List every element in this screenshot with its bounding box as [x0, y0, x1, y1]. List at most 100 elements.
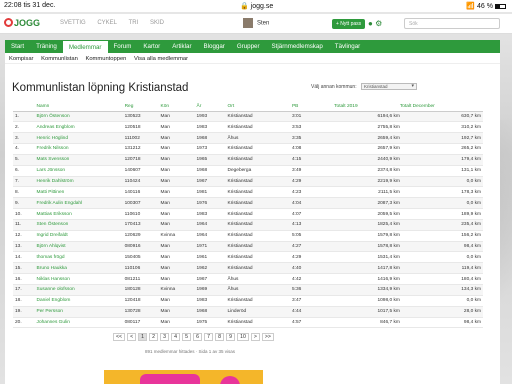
city-cell: Åhus: [227, 132, 292, 145]
pagination-button[interactable]: 4: [171, 333, 181, 341]
name-link[interactable]: Bruno Haukka: [36, 262, 125, 275]
gender-cell: Man: [160, 121, 197, 134]
column-header-year[interactable]: År: [196, 102, 228, 112]
name-link[interactable]: Björn Östenson: [36, 111, 125, 123]
search-input[interactable]: Sök: [404, 18, 500, 29]
main-nav-item[interactable]: Start: [5, 40, 30, 53]
name-link[interactable]: Mats Svensson: [36, 154, 125, 166]
gender-cell: Man: [160, 165, 197, 177]
name-link[interactable]: Fredrik Nilsson: [36, 143, 125, 155]
pagination-button[interactable]: >: [250, 333, 260, 341]
year-cell: 1961: [196, 251, 228, 264]
name-link[interactable]: Sten Östenson: [36, 219, 125, 231]
pagination-button[interactable]: <<: [113, 333, 126, 341]
pagination-button[interactable]: >>: [261, 333, 274, 341]
notification-icons[interactable]: ● ⚙: [368, 19, 382, 28]
ad-graphic: [220, 376, 240, 384]
year-cell: 1968: [196, 165, 228, 177]
total-december-cell: 235,4 km: [399, 219, 483, 231]
year-cell: 1981: [196, 186, 228, 199]
gender-cell: Man: [160, 143, 197, 155]
rank-cell: 4.: [13, 143, 37, 155]
site-section-link[interactable]: SVETTIG: [60, 20, 86, 26]
main-nav-item[interactable]: Medlemmar: [62, 41, 108, 53]
column-header-pb[interactable]: PB: [291, 102, 335, 112]
gender-cell: Man: [160, 262, 197, 275]
main-nav-item[interactable]: Stjärnmedlemskap: [266, 40, 329, 53]
pagination-button[interactable]: 8: [215, 333, 225, 341]
name-link[interactable]: Johannes Gulin: [36, 317, 125, 329]
name-link[interactable]: Ingrid Dreifaldt: [36, 230, 125, 242]
ad-graphic: [140, 374, 200, 384]
main-nav-item[interactable]: Kartor: [137, 40, 166, 53]
name-link[interactable]: Lars Jönsson: [36, 165, 125, 177]
rank-cell: 10.: [13, 208, 37, 220]
pagination-button[interactable]: 1: [138, 333, 148, 341]
name-link[interactable]: Fredrik Aulin Engdahl: [36, 197, 125, 210]
name-link[interactable]: Susanne olofsson: [36, 284, 125, 296]
logo-ring-icon: [4, 18, 13, 27]
column-header-total-december[interactable]: Totalt December: [399, 102, 483, 112]
site-section-link[interactable]: CYKEL: [97, 20, 117, 26]
column-header-total-2019[interactable]: Totalt 2019: [334, 102, 400, 112]
column-header-reg[interactable]: Reg: [124, 102, 161, 112]
name-link[interactable]: Henric Höglind: [36, 132, 125, 145]
total-december-cell: 98,4 km: [399, 241, 483, 253]
table-row: 18. Daniel Engblom 120418 Man 1983 Kristianst…: [13, 295, 483, 307]
pagination-button[interactable]: 9: [226, 333, 236, 341]
pagination-button[interactable]: 5: [182, 333, 192, 341]
name-link[interactable]: Per Persson: [36, 306, 125, 318]
main-nav-item[interactable]: Bloggar: [198, 40, 231, 53]
notification-icon[interactable]: ●: [368, 19, 373, 28]
main-nav-item[interactable]: Forum: [108, 40, 138, 53]
name-link[interactable]: Björn Ahlqvist: [36, 241, 125, 253]
reg-cell: 110610: [124, 208, 161, 220]
total-december-cell: 0,0 km: [399, 295, 483, 307]
pagination-button[interactable]: 10: [237, 333, 249, 341]
reg-cell: 131212: [124, 143, 161, 155]
total-2019-cell: 1825,4 km: [334, 219, 400, 231]
site-logo[interactable]: JOGG: [4, 18, 40, 28]
site-section-link[interactable]: TRI: [129, 20, 139, 26]
pagination-button[interactable]: 3: [160, 333, 170, 341]
main-nav-item[interactable]: Tävlingar: [329, 40, 366, 53]
column-header-name[interactable]: Namn: [36, 102, 125, 112]
name-link[interactable]: Mattias Eriksson: [36, 208, 125, 220]
gender-cell: Kvinna: [160, 230, 197, 242]
municipality-chooser: Välj annan kommun: Kristianstad: [311, 83, 417, 90]
subnav-item-kommuntoppen[interactable]: Kommuntoppen: [85, 56, 126, 62]
subnav-item-kompisar[interactable]: Kompisar: [9, 56, 33, 62]
reg-cell: 081211: [124, 273, 161, 285]
new-post-button[interactable]: + Nytt pass: [332, 19, 366, 29]
pagination-button[interactable]: 6: [193, 333, 203, 341]
name-link[interactable]: Niklas Hansson: [36, 273, 125, 285]
site-section-link[interactable]: SKID: [150, 20, 164, 26]
total-december-cell: 189,9 km: [399, 208, 483, 220]
main-nav: Start Träning Medlemmar Forum Kartor Artiklar…: [5, 40, 500, 53]
name-link[interactable]: Matti Pittinen: [36, 186, 125, 199]
user-menu[interactable]: Sten: [243, 18, 269, 28]
column-header-city[interactable]: Ort: [227, 102, 292, 112]
name-link[interactable]: thomas frögd: [36, 251, 125, 264]
settings-icon[interactable]: ⚙: [375, 19, 382, 28]
city-cell: Kristianstad: [227, 208, 292, 220]
table-row: 11. Sten Östenson 170413 Man 1964 Kristiansta…: [13, 219, 483, 231]
municipality-select[interactable]: Kristianstad: [360, 83, 417, 90]
pagination-button[interactable]: 2: [149, 333, 159, 341]
name-link[interactable]: Daniel Engblom: [36, 295, 125, 307]
pagination-button[interactable]: <: [127, 333, 137, 341]
name-link[interactable]: Andreas Engblom: [36, 121, 125, 134]
column-header-gender[interactable]: Kön: [160, 102, 197, 112]
rank-cell: 18.: [13, 295, 37, 307]
subnav-item-visa-alla[interactable]: Visa alla medlemmar: [134, 56, 188, 62]
main-nav-item[interactable]: Träning: [30, 40, 63, 53]
advertisement-banner[interactable]: [104, 370, 263, 384]
results-table: Namn Reg Kön År Ort PB Totalt 2019 Total…: [13, 102, 483, 329]
main-nav-item[interactable]: Grupper: [231, 40, 266, 53]
pagination-button[interactable]: 7: [204, 333, 214, 341]
name-link[interactable]: Henrik Dahlström: [36, 176, 125, 188]
total-december-cell: 156,2 km: [399, 230, 483, 242]
url-bar[interactable]: 🔒 jogg.se: [240, 2, 273, 10]
main-nav-item[interactable]: Artiklar: [166, 40, 197, 53]
subnav-item-kommunlistan[interactable]: Kommunlistan: [41, 56, 78, 62]
